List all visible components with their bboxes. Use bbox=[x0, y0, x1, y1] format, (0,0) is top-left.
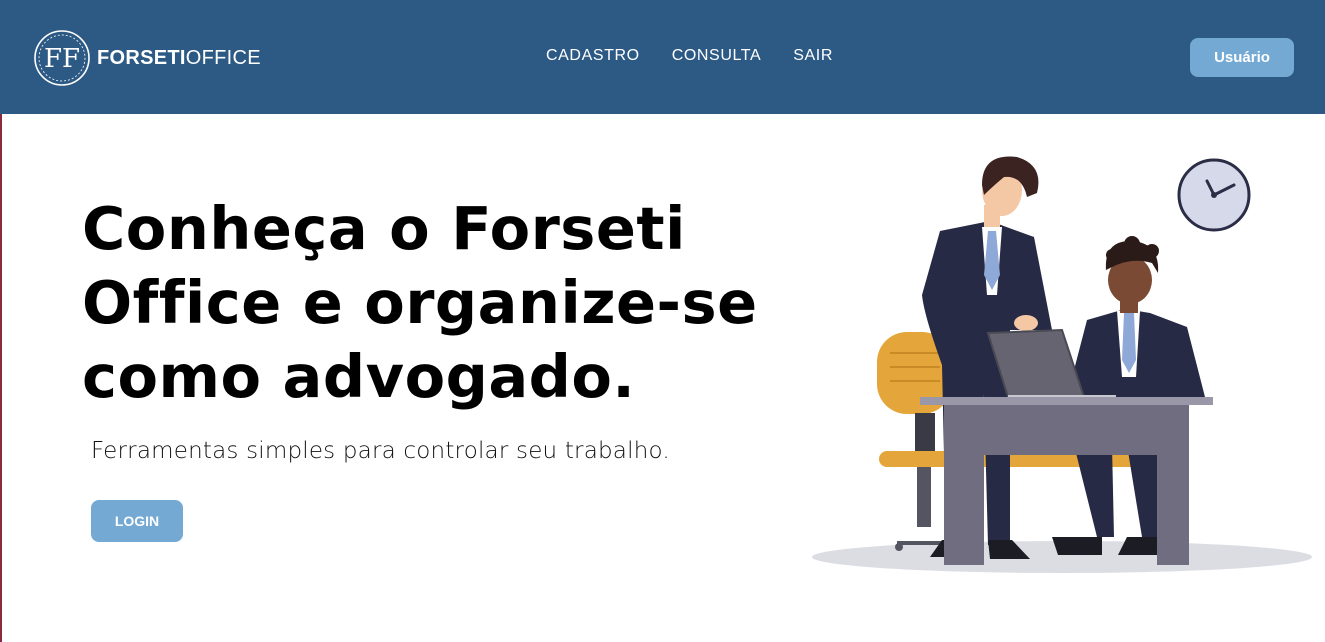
login-button[interactable]: LOGIN bbox=[91, 500, 183, 542]
logo-monogram: FF bbox=[44, 44, 80, 74]
nav-sair-link[interactable]: SAIR bbox=[793, 47, 833, 65]
main-nav: CADASTRO CONSULTA SAIR bbox=[546, 47, 865, 65]
brand-name-light: OFFICE bbox=[185, 46, 261, 69]
user-button[interactable]: Usuário bbox=[1190, 38, 1294, 77]
hero-title: Conheça o Forseti Office e organize-se c… bbox=[82, 194, 758, 411]
wall-clock-icon bbox=[1177, 158, 1251, 232]
top-navbar: FF FORSETIOFFICE CADASTRO CONSULTA SAIR … bbox=[0, 0, 1325, 114]
brand-logo[interactable]: FF FORSETIOFFICE bbox=[33, 29, 261, 87]
nav-cadastro-link[interactable]: CADASTRO bbox=[546, 47, 640, 65]
logo-emblem-icon: FF bbox=[34, 30, 90, 86]
brand-name-bold: FORSETI bbox=[97, 46, 186, 69]
hero-subtitle: Ferramentas simples para controlar seu t… bbox=[91, 438, 670, 464]
brand-name: FORSETIOFFICE bbox=[97, 47, 261, 70]
nav-consulta-link[interactable]: CONSULTA bbox=[672, 47, 762, 65]
office-lawyers-illustration bbox=[812, 156, 1312, 573]
